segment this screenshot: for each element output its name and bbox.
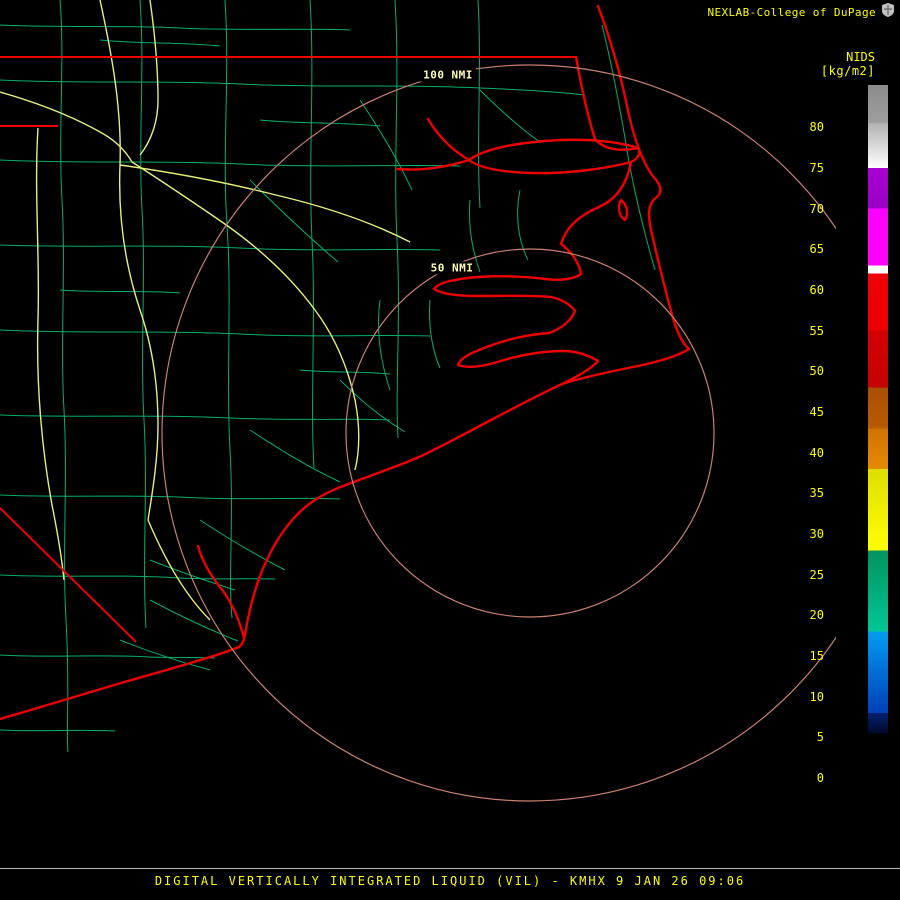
units-label: [kg/m2]: [820, 64, 875, 78]
product-code-label: NIDS: [846, 50, 875, 64]
radar-map-canvas: [0, 0, 899, 802]
cod-logo-icon: [882, 3, 894, 17]
county-boundary-lines: [0, 0, 656, 753]
state-border-lines: [0, 56, 576, 643]
brand-text: NEXLAB-College of DuPage: [707, 6, 876, 19]
range-rings: [161, 64, 899, 802]
range-ring-label-100nmi: 100 NMI: [420, 68, 476, 82]
product-caption: DIGITAL VERTICALLY INTEGRATED LIQUID (VI…: [154, 874, 746, 888]
range-ring-50nmi: [345, 248, 715, 618]
range-ring-100nmi: [161, 64, 899, 802]
colorbar-gradient: [868, 85, 888, 805]
range-ring-label-50nmi: 50 NMI: [427, 261, 477, 275]
footer-divider-line: [0, 868, 900, 869]
